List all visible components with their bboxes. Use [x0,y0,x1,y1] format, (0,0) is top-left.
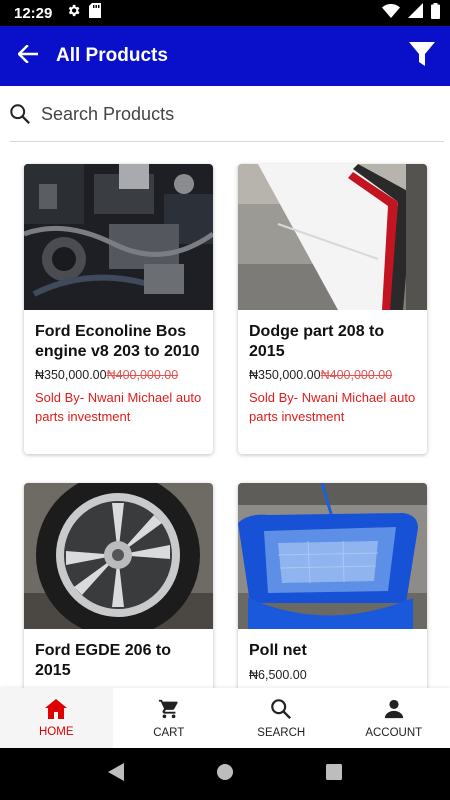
product-price: ₦350,000.00 [35,368,107,382]
status-bar: 12:29 [0,0,450,26]
account-icon [383,698,405,723]
status-time: 12:29 [14,4,53,22]
filter-button[interactable] [394,26,450,86]
back-button[interactable] [0,26,56,86]
nav-search[interactable]: SEARCH [225,688,338,748]
product-image-engine[interactable] [24,164,213,310]
nav-account-label: ACCOUNT [365,726,423,739]
product-title[interactable]: Ford Econoline Bos engine v8 203 to 2010 [35,322,203,362]
recents-square-icon[interactable] [326,763,342,785]
search-input[interactable] [41,94,450,134]
sd-card-icon [89,3,102,23]
nav-home-label: HOME [39,725,74,738]
product-title[interactable]: Ford EGDE 206 to 2015 [35,641,203,681]
product-old-price: ₦400,000.00 [320,368,393,382]
product-seller: Sold By- Nwani Michael auto parts invest… [35,390,202,424]
nav-home[interactable]: HOME [0,688,113,748]
product-seller: Sold By- Nwani Michael auto parts invest… [249,390,416,424]
nav-cart[interactable]: CART [113,688,226,748]
price-row: ₦6,500.00 [249,668,417,682]
filter-icon [409,41,435,72]
bottom-navigation: HOME CART SEARCH ACCOUNT [0,688,450,748]
product-image-pool-net[interactable] [238,483,427,629]
search-icon[interactable] [0,103,34,125]
arrow-left-icon [17,43,39,68]
product-card[interactable]: Dodge part 208 to 2015 ₦350,000.00₦400,0… [238,164,427,454]
product-price: ₦350,000.00 [249,368,321,382]
search-bar [0,86,450,142]
product-image-bumper[interactable] [238,164,427,310]
product-title[interactable]: Dodge part 208 to 2015 [249,322,417,362]
page-title: All Products [56,45,168,66]
product-card[interactable]: Ford Econoline Bos engine v8 203 to 2010… [24,164,213,454]
system-navigation-bar [0,748,450,800]
search-icon [270,698,292,723]
price-row: ₦350,000.00₦400,000.00 [249,368,417,382]
nav-cart-label: CART [153,726,185,739]
gear-icon [66,3,81,23]
signal-icon [408,3,423,23]
product-image-wheel[interactable] [24,483,213,629]
nav-account[interactable]: ACCOUNT [338,688,450,748]
status-icons-left [66,3,102,23]
app-bar: All Products [0,26,450,86]
wifi-icon [382,3,400,23]
product-old-price: ₦400,000.00 [106,368,179,382]
price-row: ₦350,000.00₦400,000.00 [35,368,203,382]
status-icons-right [382,2,440,24]
product-card[interactable]: Poll net ₦6,500.00 [238,483,427,723]
home-circle-icon[interactable] [216,763,234,786]
battery-icon [431,2,440,24]
nav-search-label: SEARCH [257,726,306,739]
search-divider [10,141,444,142]
cart-icon [158,698,180,723]
product-price: ₦6,500.00 [249,668,307,682]
back-triangle-icon[interactable] [108,762,124,786]
home-icon [45,698,68,722]
product-card[interactable]: Ford EGDE 206 to 2015 [24,483,213,723]
product-title[interactable]: Poll net [249,641,417,661]
